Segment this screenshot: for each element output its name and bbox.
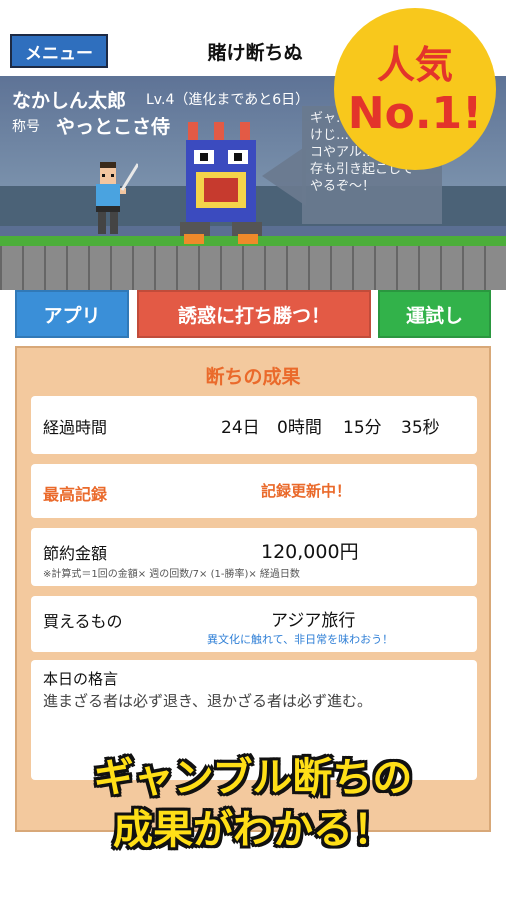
resist-temptation-button[interactable]: 誘惑に打ち勝つ！ [137, 290, 371, 338]
badge-line2: No.1! [347, 88, 483, 139]
quote-text: 進まざる者は必ず退き、退かざる者は必ず進む。 [43, 692, 372, 710]
saved-money-card: 節約金額 120,000円 ※計算式＝1回の金額× 週の回数/7× (1-勝率)… [31, 528, 477, 586]
caption-line1: ギャンブル断ちの [93, 755, 413, 801]
caption-line2: 成果がわかる！ [113, 807, 393, 853]
elapsed-seconds: 35秒 [401, 418, 440, 438]
buy-label: 買えるもの [43, 612, 123, 631]
buy-card: 買えるもの アジア旅行 異文化に触れて、非日常を味わおう！ [31, 596, 477, 652]
promo-caption: ギャンブル断ちの 成果がわかる！ [0, 752, 506, 856]
player-title-value: やっとこさ侍 [56, 116, 171, 138]
menu-button[interactable]: メニュー [10, 34, 108, 68]
elapsed-hours: 0時間 [277, 418, 322, 438]
best-record-label: 最高記録 [43, 485, 108, 504]
elapsed-days: 24日 [221, 418, 260, 438]
app-title: 賭け断ちぬ [207, 42, 303, 64]
slot-monster-icon [180, 122, 262, 244]
saved-label: 節約金額 [43, 544, 108, 563]
player-name: なかしん太郎 [12, 90, 127, 112]
quote-label: 本日の格言 [43, 670, 119, 688]
player-level: Lv.4（進化まであと6日） [146, 92, 310, 108]
results-title: 断ちの成果 [205, 366, 301, 388]
elapsed-time-card: 経過時間 24日 0時間 15分 35秒 [31, 396, 477, 454]
samurai-character-icon [96, 162, 138, 234]
luck-test-button[interactable]: 運試し [378, 290, 491, 338]
buy-note: 異文化に触れて、非日常を味わおう！ [207, 633, 394, 646]
saved-formula-note: ※計算式＝1回の金額× 週の回数/7× (1-勝率)× 経過日数 [43, 569, 300, 580]
best-record-value: 記録更新中！ [261, 482, 352, 500]
popularity-badge: 人気 No.1! [334, 8, 496, 170]
saved-value: 120,000円 [261, 541, 359, 563]
buy-value: アジア旅行 [271, 611, 356, 631]
app-button[interactable]: アプリ [15, 290, 129, 338]
stone-ground [0, 246, 506, 290]
elapsed-minutes: 15分 [343, 418, 382, 438]
elapsed-label: 経過時間 [43, 418, 108, 437]
player-title-label: 称号 [12, 119, 40, 135]
badge-line1: 人気 [376, 43, 453, 87]
speech-tail [262, 146, 306, 206]
best-record-card: 最高記録 記録更新中！ [31, 464, 477, 518]
